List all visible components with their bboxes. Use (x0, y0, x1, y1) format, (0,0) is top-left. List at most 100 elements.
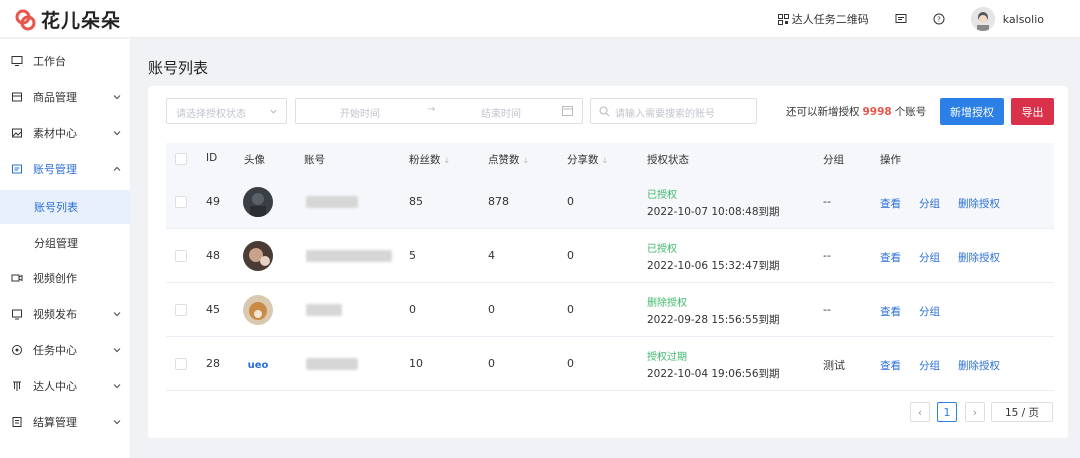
message-icon[interactable] (895, 13, 907, 25)
sidebar-item-materials[interactable]: 素材中心 (0, 115, 131, 151)
view-link[interactable]: 查看 (880, 250, 901, 265)
column-header-shares[interactable]: 分享数 ↓ (567, 152, 608, 167)
sidebar-item-label: 账号管理 (33, 163, 77, 176)
settlement-icon (12, 417, 22, 427)
table-row[interactable]: 48 5 4 0 已授权 2022-10-06 15:32:47到期 -- 查看… (166, 229, 1054, 283)
revoke-authorization-link[interactable]: 删除授权 (958, 250, 1000, 265)
group-link[interactable]: 分组 (919, 196, 940, 211)
cell-likes: 4 (488, 249, 495, 262)
qr-code-link[interactable]: 达人任务二维码 (777, 11, 869, 27)
account-name-blurred (306, 304, 342, 316)
group-link[interactable]: 分组 (919, 304, 940, 319)
account-name-blurred (306, 196, 358, 208)
revoke-authorization-link[interactable]: 删除授权 (958, 358, 1000, 373)
page-title: 账号列表 (148, 59, 209, 77)
avatar (243, 241, 273, 271)
row-checkbox[interactable] (175, 250, 187, 262)
logo[interactable]: 花儿朵朵 (14, 6, 121, 33)
sort-icon: ↓ (601, 156, 609, 165)
table-header: ID 头像 账号 粉丝数 ↓ 点赞数 ↓ 分享数 ↓ 授权状态 分组 操作 (166, 143, 1054, 175)
sort-icon: ↓ (522, 156, 530, 165)
arrow-right-icon: → (427, 104, 436, 115)
start-date-placeholder: 开始时间 (340, 109, 380, 120)
help-icon[interactable]: ? (933, 13, 945, 25)
table-row[interactable]: 45 0 0 0 删除授权 2022-09-28 15:56:55到期 -- 查… (166, 283, 1054, 337)
group-link[interactable]: 分组 (919, 250, 940, 265)
account-name-blurred (306, 250, 392, 262)
row-checkbox[interactable] (175, 196, 187, 208)
page-size-select[interactable]: 15 / 页 (991, 402, 1053, 422)
pagination-prev-button[interactable]: ‹ (910, 402, 930, 422)
status-badge: 授权过期 (647, 352, 687, 363)
view-link[interactable]: 查看 (880, 196, 901, 211)
avatar (243, 295, 273, 325)
sidebar-item-label: 结算管理 (33, 416, 77, 429)
status-badge: 已授权 (647, 244, 677, 255)
sidebar-item-label: 任务中心 (33, 344, 77, 357)
row-checkbox[interactable] (175, 358, 187, 370)
content-card: 请选择授权状态 开始时间 → 结束时间 请输入需要搜索的账号 还可以新增授权 99… (148, 86, 1068, 438)
view-link[interactable]: 查看 (880, 304, 901, 319)
revoke-authorization-link[interactable]: 删除授权 (958, 196, 1000, 211)
cell-fans: 85 (409, 195, 423, 208)
sidebar-item-creator-center[interactable]: 达人中心 (0, 368, 131, 404)
view-link[interactable]: 查看 (880, 358, 901, 373)
cell-expire-time: 2022-10-04 19:06:56到期 (647, 368, 780, 380)
sidebar-subitem-account-list[interactable]: 账号列表 (0, 190, 131, 224)
user-menu[interactable]: kalsolio (970, 7, 1044, 31)
table-row[interactable]: 28 ueo 10 0 0 授权过期 2022-10-04 19:06:56到期… (166, 337, 1054, 391)
search-input[interactable]: 请输入需要搜索的账号 (590, 98, 757, 124)
image-icon (12, 128, 22, 138)
cell-likes: 0 (488, 357, 495, 370)
sidebar-item-video-creation[interactable]: 视频创作 (0, 260, 131, 296)
export-button[interactable]: 导出 (1011, 98, 1054, 125)
sidebar-item-label: 达人中心 (33, 380, 77, 393)
cell-fans: 10 (409, 357, 423, 370)
sidebar-item-workbench[interactable]: 工作台 (0, 43, 131, 79)
chevron-down-icon (113, 348, 121, 353)
pagination-page-1[interactable]: 1 (937, 402, 957, 422)
table-row[interactable]: 49 85 878 0 已授权 2022-10-07 10:08:48到期 --… (166, 175, 1054, 229)
sidebar-item-task-center[interactable]: 任务中心 (0, 332, 131, 368)
column-header-fans[interactable]: 粉丝数 ↓ (409, 152, 450, 167)
column-header-shares-label: 分享数 (567, 154, 599, 166)
column-header-avatar: 头像 (244, 154, 265, 166)
sidebar-subitem-label: 账号列表 (34, 201, 78, 214)
publish-icon (12, 309, 22, 320)
cell-group: 测试 (823, 359, 845, 372)
chevron-down-icon (113, 95, 121, 100)
sidebar-item-video-publish[interactable]: 视频发布 (0, 296, 131, 332)
date-range-picker[interactable]: 开始时间 → 结束时间 (295, 98, 583, 124)
chevron-down-icon (113, 312, 121, 317)
box-icon (12, 92, 22, 102)
pagination-next-button[interactable]: › (965, 402, 985, 422)
quota-suffix: 个账号 (894, 106, 927, 118)
sidebar-subitem-group-management[interactable]: 分组管理 (0, 226, 131, 260)
sidebar-item-label: 商品管理 (33, 91, 77, 104)
column-header-likes[interactable]: 点赞数 ↓ (488, 152, 529, 167)
sidebar-item-products[interactable]: 商品管理 (0, 79, 131, 115)
group-link[interactable]: 分组 (919, 358, 940, 373)
sidebar-item-settlement[interactable]: 结算管理 (0, 404, 131, 440)
quota-number: 9998 (862, 106, 892, 118)
select-all-checkbox[interactable] (175, 153, 187, 165)
app-name: 花儿朵朵 (41, 10, 122, 32)
avatar: ueo (243, 349, 273, 379)
column-header-actions: 操作 (880, 154, 901, 166)
status-select[interactable]: 请选择授权状态 (166, 98, 287, 124)
chevron-down-icon (270, 109, 277, 114)
cell-id: 45 (206, 303, 220, 316)
quota-prefix: 还可以新增授权 (786, 106, 860, 118)
cell-likes: 878 (488, 195, 509, 208)
avatar (970, 7, 995, 31)
row-checkbox[interactable] (175, 304, 187, 316)
calendar-icon (562, 106, 573, 116)
top-header: 花儿朵朵 达人任务二维码 ? kalsolio (0, 0, 1080, 38)
end-date-placeholder: 结束时间 (481, 109, 521, 120)
sidebar-item-label: 素材中心 (33, 127, 77, 140)
page-size-label: 15 / 页 (1004, 406, 1040, 419)
sidebar-item-accounts[interactable]: 账号管理 (0, 151, 131, 187)
add-authorization-button[interactable]: 新增授权 (940, 98, 1004, 125)
sidebar-item-label: 工作台 (33, 55, 66, 68)
sidebar-item-label: 视频创作 (33, 272, 77, 285)
